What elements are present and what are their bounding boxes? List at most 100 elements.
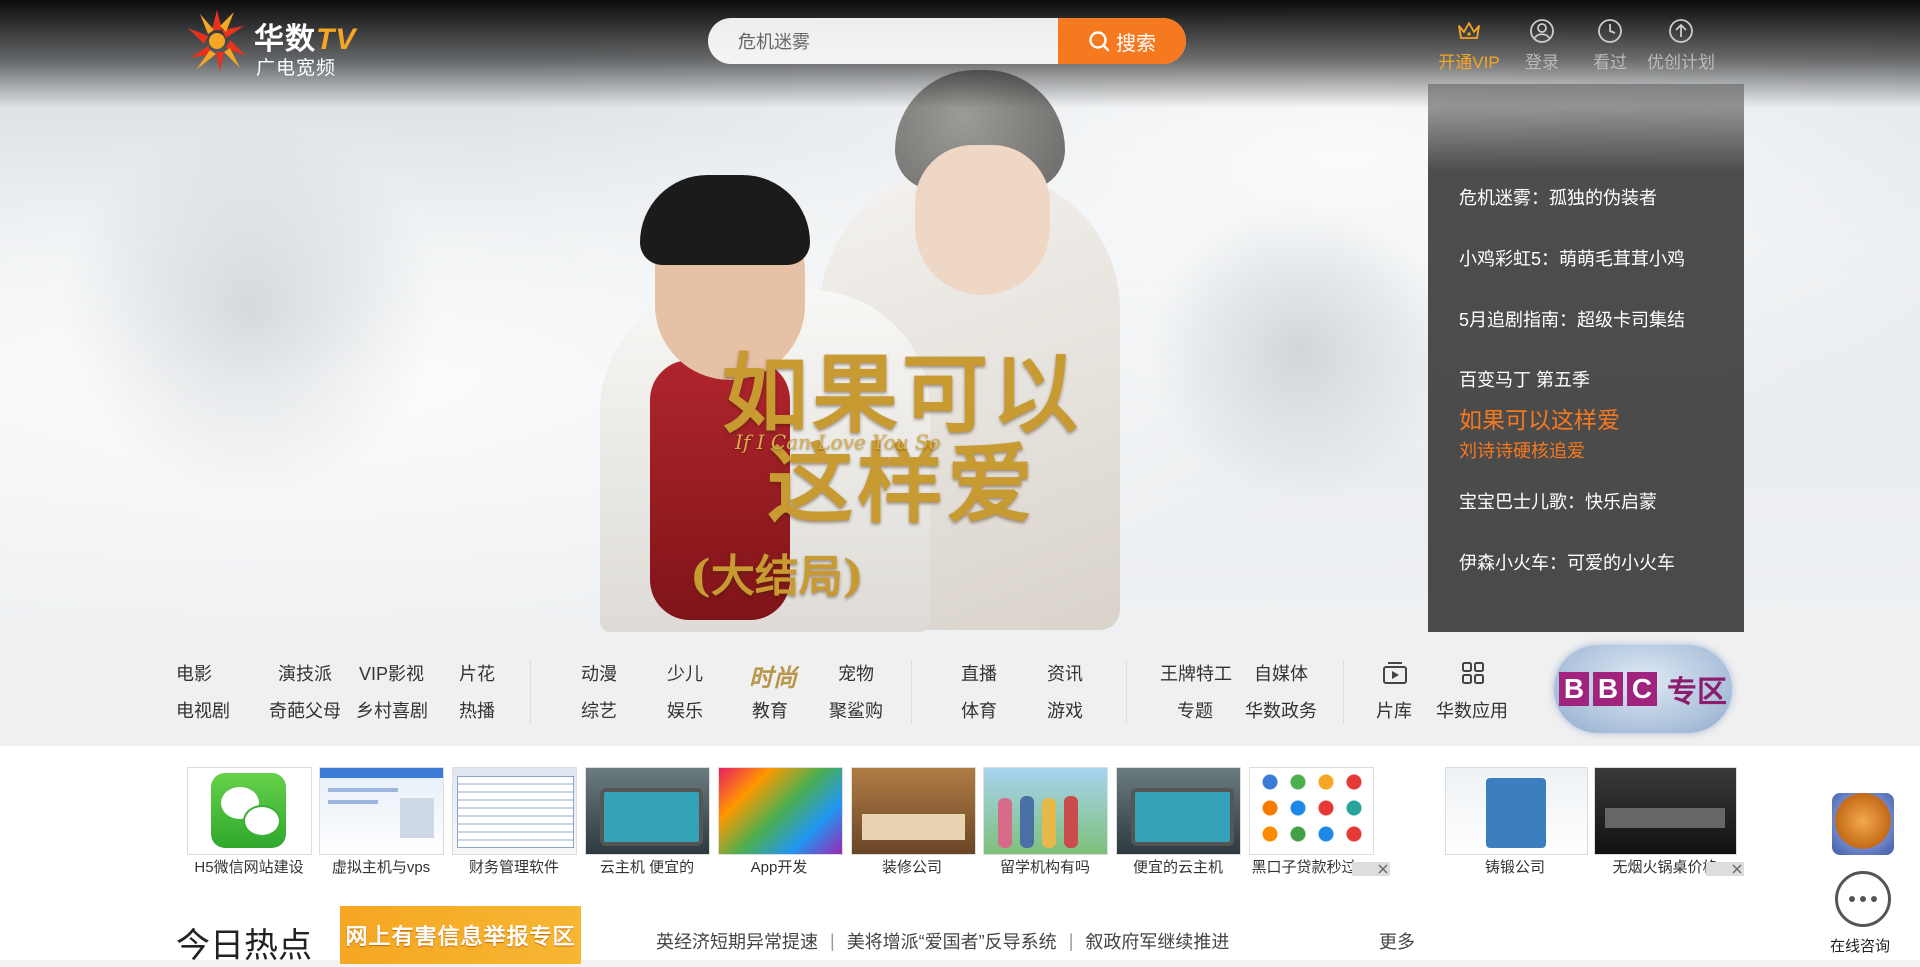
more-link[interactable]: 更多 [1379,928,1415,954]
playlist-item[interactable]: 危机迷雾：孤独的伪装者 [1459,184,1657,210]
category-link[interactable]: 直播 [961,660,997,686]
category-link[interactable]: 少儿 [667,660,703,686]
ad-label[interactable]: 黑口子贷款秒过 [1246,856,1362,877]
search-button-label: 搜索 [1116,32,1156,55]
brand-logo[interactable]: 华数TV 广电宽频 [186,8,376,79]
ad-thumbnail[interactable] [983,767,1108,855]
apps-grid-icon[interactable] [1459,659,1487,687]
playlist-item[interactable]: 宝宝巴士儿歌：快乐启蒙 [1459,488,1657,514]
category-link[interactable]: 教育 [752,697,788,723]
history-label: 看过 [1593,53,1627,72]
login-label: 登录 [1525,53,1559,72]
chat-dot [1860,896,1866,902]
bbc-letter: B [1559,672,1589,706]
search-icon [1089,31,1110,52]
category-link[interactable]: 电视剧 [176,697,230,723]
video-library-icon[interactable] [1381,659,1409,687]
category-link[interactable]: 自媒体 [1254,660,1308,686]
category-link[interactable]: 片花 [459,660,495,686]
ad-label[interactable]: 装修公司 [847,856,977,877]
hot-news-list: 英经济短期异常提速 | 美将增派“爱国者”反导系统 | 叙政府军继续推进 [656,928,1229,954]
bbc-zone-button[interactable]: B B C 专区 [1554,645,1732,733]
background-tree [60,120,440,500]
category-link[interactable]: 电影 [176,660,212,686]
bbc-letter: B [1593,672,1623,706]
ad-thumbnail[interactable] [187,767,312,855]
category-link[interactable]: 片库 [1376,697,1412,723]
vip-button[interactable]: 开通VIP [1430,18,1508,73]
ad-thumbnail[interactable] [319,767,444,855]
creator-plan-label: 优创计划 [1647,53,1715,72]
ad-thumbnail[interactable] [1249,767,1374,855]
online-chat-button[interactable] [1835,871,1891,927]
news-link[interactable]: 叙政府军继续推进 [1085,928,1229,954]
category-link[interactable]: 热播 [459,697,495,723]
ad-label[interactable]: 铸锻公司 [1450,856,1580,877]
playlist-item[interactable]: 百变马丁 第五季 [1459,366,1590,392]
news-link[interactable]: 英经济短期异常提速 [656,928,818,954]
category-link[interactable]: 演技派 [278,660,332,686]
history-button[interactable]: 看过 [1576,18,1644,73]
news-separator: | [830,930,835,951]
playlist-item[interactable]: 5月追剧指南：超级卡司集结 [1459,306,1685,332]
category-link[interactable]: 王牌特工 [1160,660,1232,686]
category-link[interactable]: 游戏 [1047,697,1083,723]
poster-figure [915,145,1050,295]
category-fashion[interactable]: 时尚 [749,658,797,693]
category-link[interactable]: 动漫 [581,660,617,686]
ad-label[interactable]: 云主机 便宜的 [582,856,712,877]
news-link[interactable]: 美将增派“爱国者”反导系统 [847,928,1057,954]
category-link[interactable]: 娱乐 [667,697,703,723]
ad-label[interactable]: 虚拟主机与vps [316,856,446,877]
category-link[interactable]: 综艺 [581,697,617,723]
playlist-item[interactable]: 小鸡彩虹5：萌萌毛茸茸小鸡 [1459,245,1685,271]
category-link[interactable]: 华数政务 [1245,697,1317,723]
category-link[interactable]: 专题 [1177,697,1213,723]
ad-label[interactable]: App开发 [714,856,844,877]
playlist-item-subtitle: 刘诗诗硬核追爱 [1459,441,1585,461]
logo-burst-icon [188,10,246,72]
ad-thumbnail[interactable] [851,767,976,855]
poster-figure [640,175,810,265]
login-button[interactable]: 登录 [1508,18,1576,73]
creator-plan-button[interactable]: 优创计划 [1644,18,1718,73]
search-button[interactable]: 搜索 [1058,18,1186,64]
ad-thumbnail[interactable] [452,767,577,855]
ad-label[interactable]: H5微信网站建设 [184,856,314,877]
playlist-item[interactable]: 伊森小火车：可爱的小火车 [1459,549,1675,575]
user-icon [1530,19,1554,43]
search-bar: 搜索 [708,18,1186,64]
search-input[interactable] [708,18,1088,64]
upload-icon [1669,19,1693,43]
ad-thumbnail[interactable] [1116,767,1241,855]
chat-dot [1871,896,1877,902]
category-link[interactable]: 华数应用 [1436,697,1508,723]
ad-label[interactable]: 留学机构有吗 [980,856,1110,877]
category-divider [530,660,531,724]
ad-close-button[interactable] [1352,862,1390,876]
category-link[interactable]: 乡村喜剧 [356,697,428,723]
hero-title-en: If I Can Love You So [735,430,941,454]
close-icon [1378,864,1388,874]
ad-label[interactable]: 财务管理软件 [449,856,579,877]
news-separator: | [1068,930,1074,951]
category-divider [911,660,912,724]
ad-label[interactable]: 便宜的云主机 [1113,856,1243,877]
category-link[interactable]: 体育 [961,697,997,723]
report-banner[interactable]: 网上有害信息举报专区 [340,906,581,964]
category-link[interactable]: 奇葩父母 [269,697,341,723]
ad-thumbnail[interactable] [585,767,710,855]
bbc-letter: C [1627,672,1657,706]
ad-thumbnail[interactable] [1594,767,1737,855]
mascot-avatar[interactable] [1832,793,1894,855]
category-link[interactable]: VIP影视 [359,660,424,686]
ad-thumbnail[interactable] [1445,767,1588,855]
playlist-item-active[interactable]: 如果可以这样爱 刘诗诗硬核追爱 [1459,401,1620,463]
close-icon [1732,864,1742,874]
ad-thumbnail[interactable] [718,767,843,855]
category-link[interactable]: 聚鲨购 [829,697,883,723]
ad-close-button[interactable] [1706,862,1744,876]
category-link[interactable]: 宠物 [838,660,874,686]
category-link[interactable]: 资讯 [1047,660,1083,686]
hero-playlist: 危机迷雾：孤独的伪装者 小鸡彩虹5：萌萌毛茸茸小鸡 5月追剧指南：超级卡司集结 … [1428,84,1744,632]
